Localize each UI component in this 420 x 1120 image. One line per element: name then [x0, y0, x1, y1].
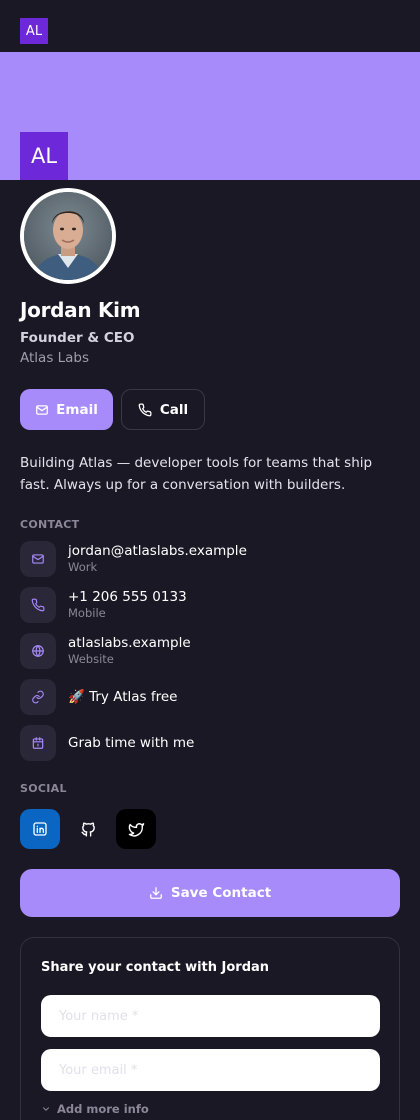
profile-name: Jordan Kim	[20, 298, 141, 322]
linkedin-link[interactable]	[20, 809, 60, 849]
contact-link-row[interactable]: 🚀 Try Atlas free	[20, 679, 400, 715]
phone-icon	[20, 587, 56, 623]
contact-website-row[interactable]: atlaslabs.example Website	[20, 633, 400, 669]
contact-email-row[interactable]: jordan@atlaslabs.example Work	[20, 541, 400, 577]
github-icon	[80, 821, 95, 837]
top-bar: AL	[0, 0, 420, 52]
profile-title: Founder & CEO	[20, 330, 135, 346]
contact-phone-value: +1 206 555 0133	[68, 589, 187, 605]
save-contact-label: Save Contact	[170, 885, 272, 901]
add-more-info-toggle[interactable]: Add more info	[41, 1102, 149, 1116]
calendar-icon	[20, 725, 56, 761]
email-button[interactable]: Email	[20, 389, 113, 430]
contact-link-label: 🚀 Try Atlas free	[68, 688, 178, 705]
chevron-down-icon	[42, 1107, 50, 1111]
contact-phone-type: Mobile	[68, 606, 106, 620]
email-button-label: Email	[56, 401, 98, 418]
twitter-icon	[128, 822, 144, 837]
contact-email-value: jordan@atlaslabs.example	[68, 543, 247, 559]
contact-section-label: CONTACT	[20, 518, 80, 531]
contact-email-type: Work	[68, 560, 98, 574]
company-logo-small[interactable]: AL	[20, 18, 48, 44]
share-contact-form: Share your contact with Jordan Add more …	[20, 937, 400, 1120]
contact-website-type: Website	[68, 652, 114, 666]
github-link[interactable]	[68, 809, 108, 849]
save-contact-button[interactable]: Save Contact	[20, 869, 400, 917]
mail-icon	[20, 541, 56, 577]
link-icon	[20, 679, 56, 715]
profile-company: Atlas Labs	[20, 350, 90, 366]
call-button-label: Call	[159, 401, 189, 418]
add-more-info-label: Add more info	[57, 1102, 149, 1116]
mail-icon	[36, 404, 49, 415]
company-logo: AL	[20, 132, 68, 180]
contact-calendar-row[interactable]: Grab time with me	[20, 725, 400, 761]
social-section-label: SOCIAL	[20, 782, 67, 795]
contact-phone-row[interactable]: +1 206 555 0133 Mobile	[20, 587, 400, 623]
contact-website-value: atlaslabs.example	[68, 635, 191, 651]
call-button[interactable]: Call	[121, 389, 205, 430]
share-email-input[interactable]	[41, 1049, 380, 1091]
profile-bio: Building Atlas — developer tools for tea…	[20, 455, 373, 493]
contact-calendar-label: Grab time with me	[68, 734, 195, 751]
download-icon	[149, 887, 162, 899]
phone-icon	[138, 403, 152, 416]
share-form-title: Share your contact with Jordan	[41, 960, 270, 975]
linkedin-icon	[33, 822, 47, 836]
avatar	[20, 188, 116, 284]
share-name-input[interactable]	[41, 995, 380, 1037]
twitter-link[interactable]	[116, 809, 156, 849]
globe-icon	[20, 633, 56, 669]
